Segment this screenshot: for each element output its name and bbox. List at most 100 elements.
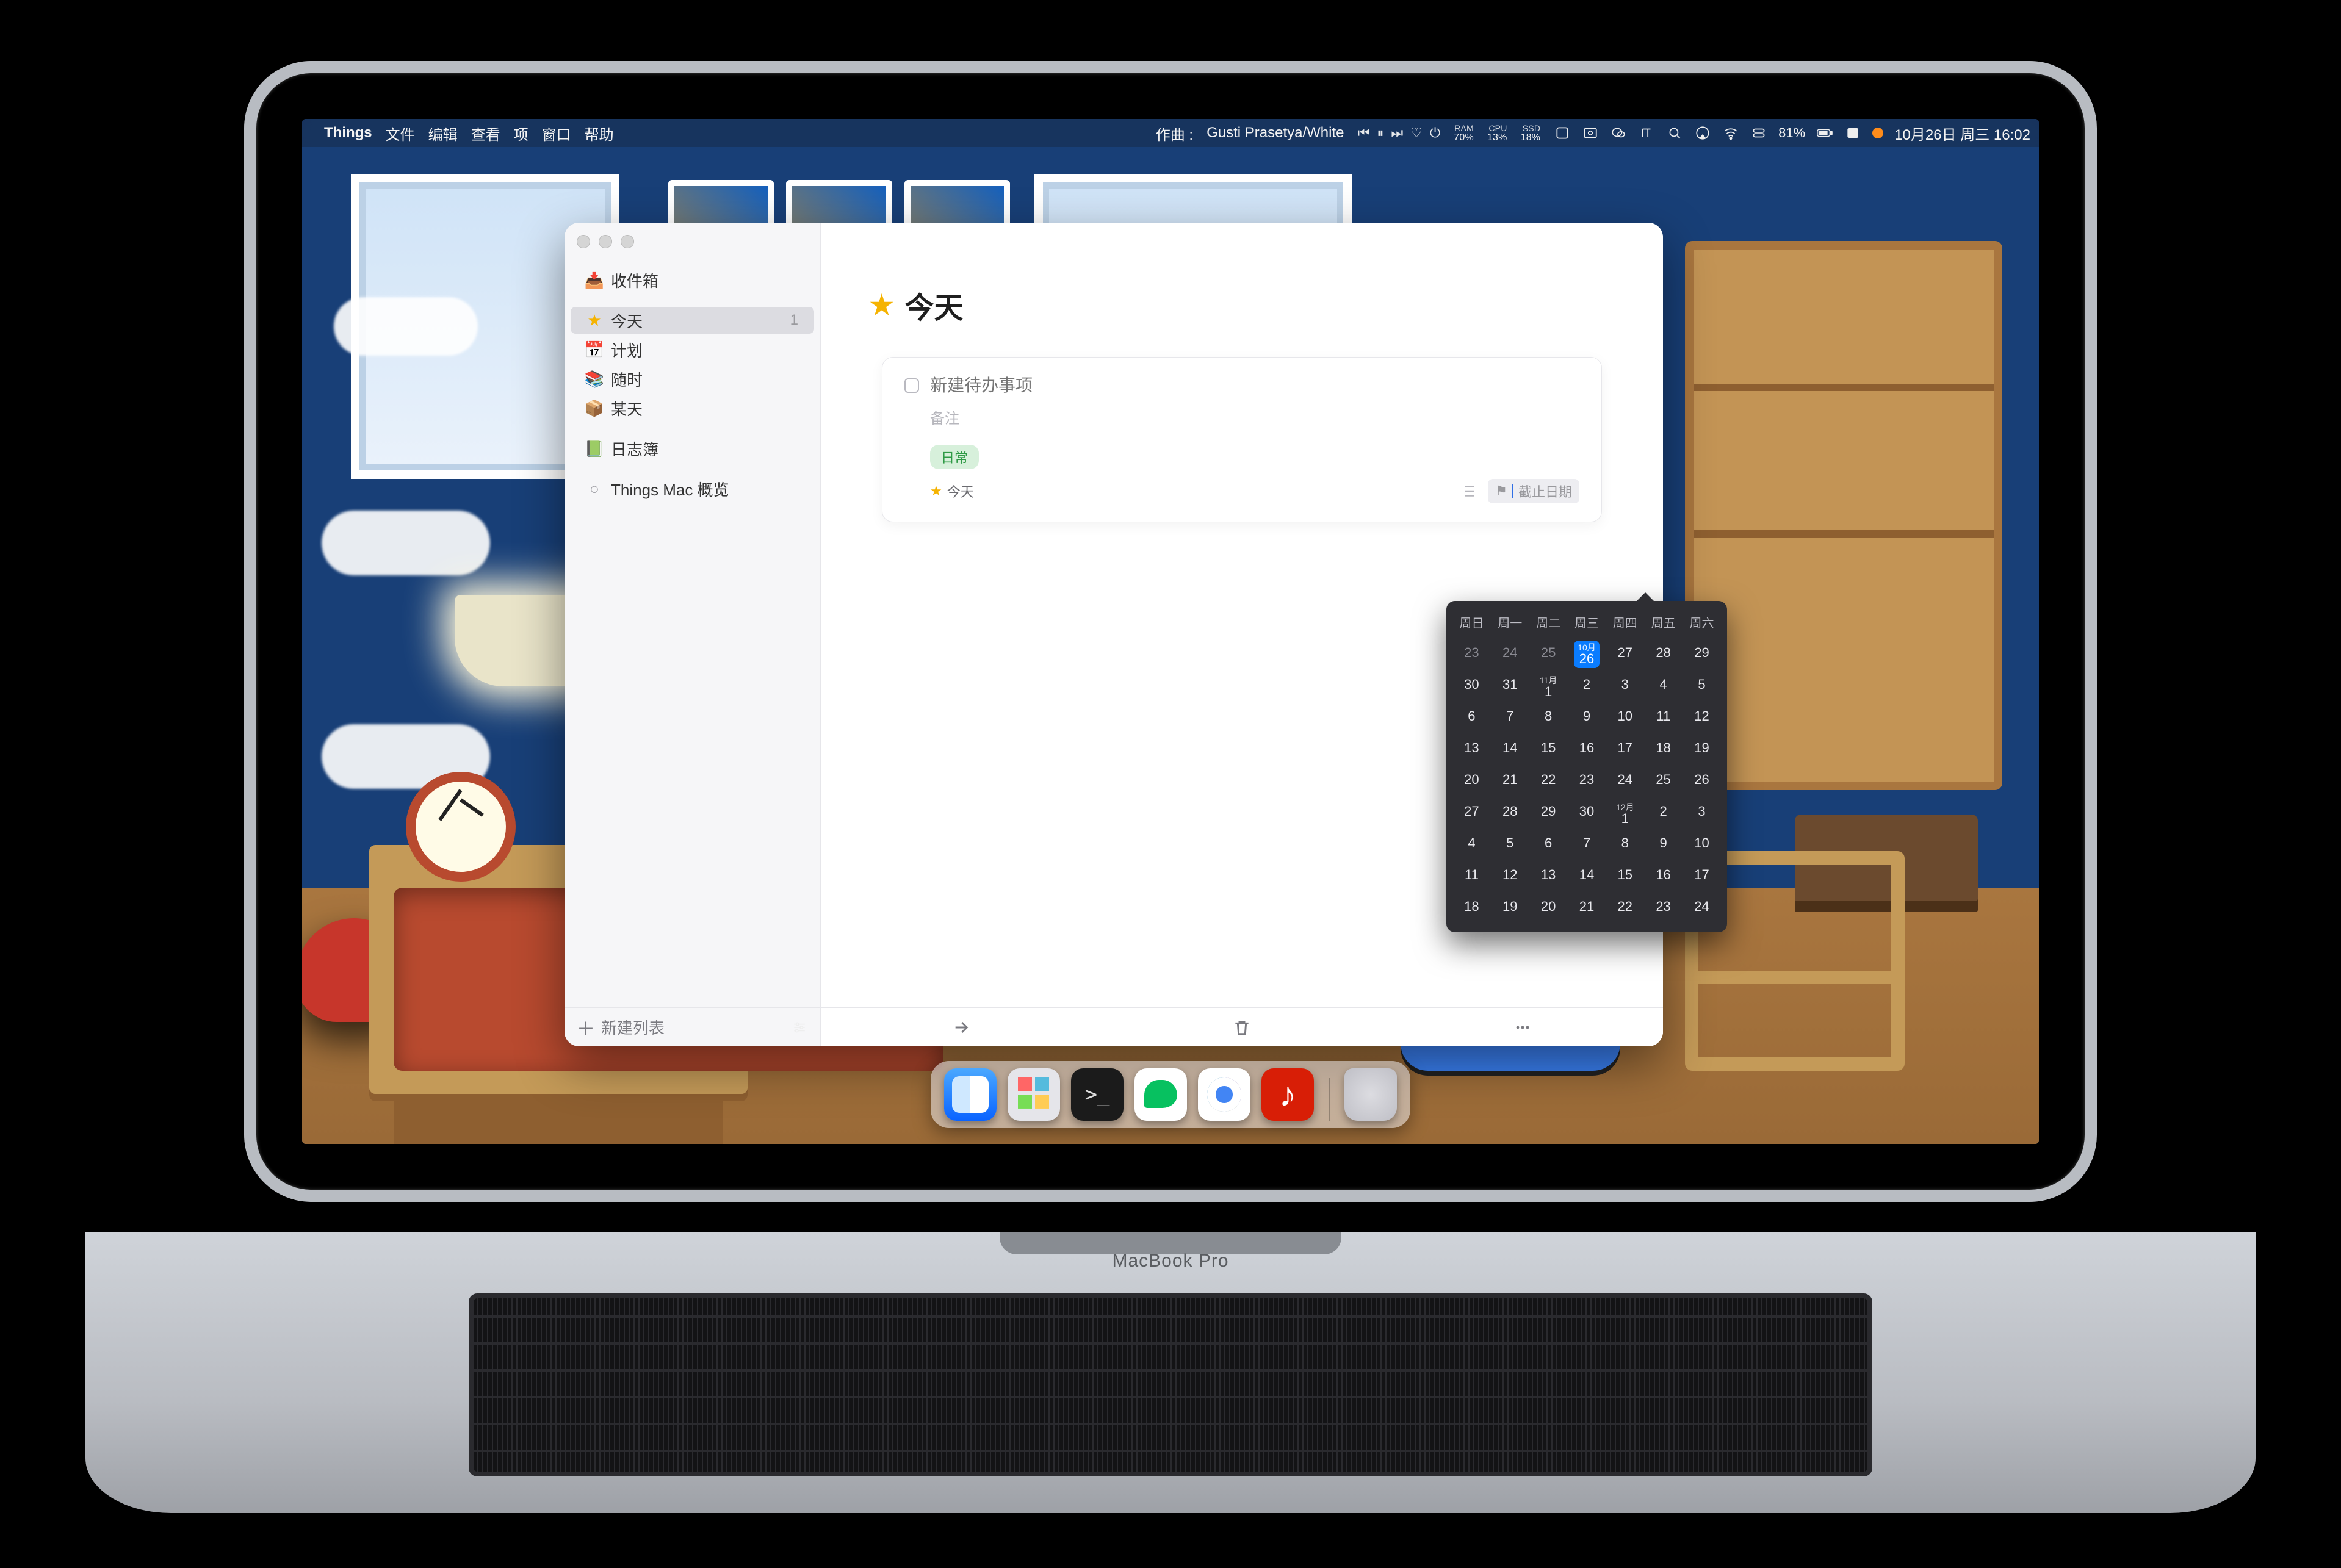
more-icon[interactable] bbox=[1512, 1016, 1534, 1038]
cal-day[interactable]: 29 bbox=[1529, 796, 1568, 827]
cal-day[interactable]: 23 bbox=[1644, 891, 1683, 922]
cal-day[interactable]: 11月1 bbox=[1529, 669, 1568, 700]
cal-day[interactable]: 20 bbox=[1452, 764, 1491, 796]
sidebar-item-project-overview[interactable]: ○ Things Mac 概览 bbox=[571, 475, 814, 502]
cal-day[interactable]: 25 bbox=[1529, 637, 1568, 669]
cal-day[interactable]: 8 bbox=[1529, 700, 1568, 732]
airplay-icon[interactable] bbox=[1694, 124, 1711, 142]
cal-day[interactable]: 18 bbox=[1452, 891, 1491, 922]
heart-icon[interactable]: ♡ bbox=[1410, 125, 1423, 141]
app-menu[interactable]: Things bbox=[324, 124, 372, 142]
menu-help[interactable]: 帮助 bbox=[585, 123, 614, 144]
menuextra-1-icon[interactable] bbox=[1554, 124, 1571, 142]
input-source-icon[interactable]: A bbox=[1844, 124, 1861, 142]
media-prev-icon[interactable]: ⏮ bbox=[1358, 125, 1370, 141]
menu-file[interactable]: 文件 bbox=[386, 123, 415, 144]
cal-day[interactable]: 3 bbox=[1683, 796, 1721, 827]
menuextra-wechat-icon[interactable] bbox=[1610, 124, 1627, 142]
trash-icon[interactable] bbox=[1231, 1016, 1253, 1038]
cal-day[interactable]: 7 bbox=[1568, 827, 1606, 859]
deadline-calendar-popover[interactable]: 周日 周一 周二 周三 周四 周五 周六 bbox=[1446, 601, 1727, 932]
new-list-button[interactable]: 新建列表 bbox=[601, 1016, 665, 1038]
media-pause-icon[interactable]: ⏸ bbox=[1377, 125, 1383, 141]
spotlight-icon[interactable] bbox=[1666, 124, 1683, 142]
cal-day[interactable]: 13 bbox=[1529, 859, 1568, 891]
cal-day[interactable]: 25 bbox=[1644, 764, 1683, 796]
menu-item[interactable]: 项 bbox=[514, 123, 528, 144]
now-playing-track[interactable]: Gusti Prasetya/White bbox=[1207, 124, 1344, 142]
cal-day[interactable]: 23 bbox=[1452, 637, 1491, 669]
cal-day[interactable]: 23 bbox=[1568, 764, 1606, 796]
cal-day[interactable]: 11 bbox=[1452, 859, 1491, 891]
todo-when-label[interactable]: 今天 bbox=[947, 481, 974, 501]
cal-day[interactable]: 9 bbox=[1568, 700, 1606, 732]
cal-day[interactable]: 28 bbox=[1644, 637, 1683, 669]
todo-notes-input[interactable]: 备注 bbox=[930, 406, 1579, 428]
cal-day[interactable]: 17 bbox=[1606, 732, 1644, 764]
move-icon[interactable] bbox=[950, 1016, 972, 1038]
window-traffic-lights[interactable] bbox=[577, 235, 634, 248]
cal-day[interactable]: 5 bbox=[1683, 669, 1721, 700]
cal-day[interactable]: 4 bbox=[1452, 827, 1491, 859]
cal-day[interactable]: 11 bbox=[1644, 700, 1683, 732]
cal-day[interactable]: 9 bbox=[1644, 827, 1683, 859]
dock-launchpad[interactable] bbox=[1008, 1068, 1060, 1121]
cal-day[interactable]: 4 bbox=[1644, 669, 1683, 700]
cal-day[interactable]: 6 bbox=[1529, 827, 1568, 859]
cal-day-today[interactable]: 10月26 bbox=[1568, 637, 1606, 669]
cal-day[interactable]: 22 bbox=[1529, 764, 1568, 796]
cal-day[interactable]: 2 bbox=[1568, 669, 1606, 700]
cal-day[interactable]: 27 bbox=[1452, 796, 1491, 827]
dock-chrome[interactable] bbox=[1198, 1068, 1250, 1121]
cal-day[interactable]: 10 bbox=[1606, 700, 1644, 732]
menu-edit[interactable]: 编辑 bbox=[428, 123, 458, 144]
cal-day[interactable]: 27 bbox=[1606, 637, 1644, 669]
stat-ram[interactable]: RAM 70% bbox=[1454, 123, 1474, 143]
cal-day[interactable]: 16 bbox=[1644, 859, 1683, 891]
dock-terminal[interactable] bbox=[1071, 1068, 1124, 1121]
cal-day[interactable]: 17 bbox=[1683, 859, 1721, 891]
menuextra-screenshot-icon[interactable] bbox=[1582, 124, 1599, 142]
cal-day[interactable]: 6 bbox=[1452, 700, 1491, 732]
wifi-icon[interactable] bbox=[1722, 124, 1739, 142]
cal-day[interactable]: 14 bbox=[1568, 859, 1606, 891]
cal-day[interactable]: 22 bbox=[1606, 891, 1644, 922]
cal-day[interactable]: 14 bbox=[1491, 732, 1529, 764]
cal-day[interactable]: 24 bbox=[1683, 891, 1721, 922]
cal-day[interactable]: 19 bbox=[1683, 732, 1721, 764]
cal-day[interactable]: 19 bbox=[1491, 891, 1529, 922]
menubar-datetime[interactable]: 10月26日 周三 16:02 bbox=[1894, 123, 2030, 144]
control-center-icon[interactable] bbox=[1750, 124, 1767, 142]
power-icon[interactable]: ⏻ bbox=[1430, 125, 1440, 141]
cal-day[interactable]: 12月1 bbox=[1606, 796, 1644, 827]
cal-day[interactable]: 8 bbox=[1606, 827, 1644, 859]
cal-day[interactable]: 18 bbox=[1644, 732, 1683, 764]
cal-day[interactable]: 15 bbox=[1529, 732, 1568, 764]
stat-cpu[interactable]: CPU 13% bbox=[1487, 123, 1507, 143]
media-next-icon[interactable]: ⏭ bbox=[1391, 125, 1403, 141]
sidebar-item-someday[interactable]: 📦 某天 bbox=[571, 395, 814, 422]
dock-wechat[interactable] bbox=[1134, 1068, 1187, 1121]
sidebar-item-anytime[interactable]: 📚 随时 bbox=[571, 365, 814, 392]
cal-day[interactable]: 12 bbox=[1491, 859, 1529, 891]
menu-view[interactable]: 查看 bbox=[471, 123, 500, 144]
cal-day[interactable]: 5 bbox=[1491, 827, 1529, 859]
battery-icon[interactable] bbox=[1816, 124, 1833, 142]
cal-day[interactable]: 10 bbox=[1683, 827, 1721, 859]
sidebar-item-logbook[interactable]: 📗 日志簿 bbox=[571, 435, 814, 462]
cal-day[interactable]: 16 bbox=[1568, 732, 1606, 764]
checklist-icon[interactable] bbox=[1459, 482, 1477, 500]
cal-day[interactable]: 20 bbox=[1529, 891, 1568, 922]
cal-day[interactable]: 24 bbox=[1606, 764, 1644, 796]
cal-day[interactable]: 28 bbox=[1491, 796, 1529, 827]
cal-day[interactable]: 7 bbox=[1491, 700, 1529, 732]
todo-title-input[interactable] bbox=[930, 376, 1579, 395]
dock-netease-music[interactable] bbox=[1261, 1068, 1314, 1121]
todo-editor-card[interactable]: 备注 日常 ★ 今天 bbox=[882, 357, 1602, 522]
cal-day[interactable]: 30 bbox=[1452, 669, 1491, 700]
cal-day[interactable]: 21 bbox=[1491, 764, 1529, 796]
cal-day[interactable]: 31 bbox=[1491, 669, 1529, 700]
menuextra-text-icon[interactable] bbox=[1638, 124, 1655, 142]
sidebar-settings-icon[interactable] bbox=[791, 1019, 808, 1036]
cal-day[interactable]: 29 bbox=[1683, 637, 1721, 669]
